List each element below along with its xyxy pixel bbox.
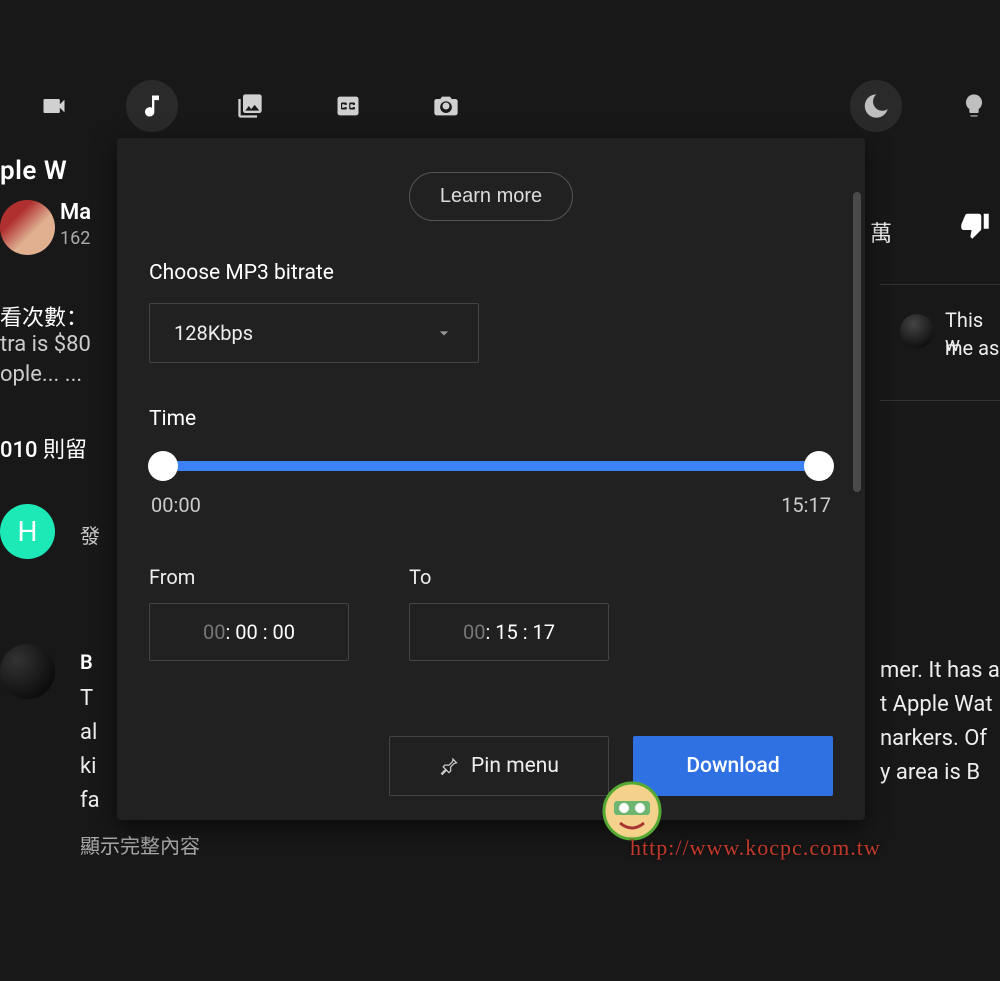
time-end-label: 15:17 [781, 493, 831, 517]
video-title-fragment: ple W [0, 156, 67, 186]
bitrate-select[interactable]: 128Kbps [149, 303, 479, 363]
dark-mode-toggle[interactable] [850, 80, 902, 132]
bulb-icon [960, 92, 988, 120]
show-more-button[interactable]: 顯示完整內容 [80, 830, 200, 859]
music-note-icon [138, 92, 166, 120]
commenter-name-b: B [80, 650, 93, 674]
comment-b-line4: fa [80, 788, 100, 813]
time-range-slider[interactable] [163, 461, 819, 471]
commenter-avatar-b[interactable] [0, 644, 55, 699]
slider-thumb-end[interactable] [804, 451, 834, 481]
bitrate-label: Choose MP3 bitrate [149, 261, 833, 285]
light-toggle[interactable] [948, 80, 1000, 132]
right-body-line4: y area is B [880, 760, 1000, 785]
dislike-icon[interactable] [960, 210, 990, 240]
to-value-dim: 00 [463, 620, 485, 644]
right-commenter-avatar[interactable] [900, 314, 934, 348]
comment-input-fragment[interactable]: 發 [80, 520, 100, 549]
comments-count-fragment: 010 則留 [0, 432, 87, 464]
from-value-rest: : 00 : 00 [225, 620, 295, 644]
slider-thumb-start[interactable] [148, 451, 178, 481]
extension-toolbar [0, 76, 1000, 136]
video-tab[interactable] [28, 80, 80, 132]
audio-download-panel: Learn more Choose MP3 bitrate 128Kbps Ti… [117, 138, 865, 820]
time-start-label: 00:00 [151, 493, 201, 517]
image-icon [236, 92, 264, 120]
camera-tab[interactable] [420, 80, 472, 132]
camera-icon [432, 92, 460, 120]
commenter-avatar-h[interactable]: H [0, 504, 55, 559]
divider [880, 284, 1000, 285]
like-count-fragment: 萬 [870, 216, 892, 248]
moon-icon [862, 92, 890, 120]
from-label: From [149, 565, 349, 589]
right-comment-line2: me as [945, 336, 999, 360]
pin-menu-button[interactable]: Pin menu [389, 736, 609, 796]
to-input[interactable]: 00 : 15 : 17 [409, 603, 609, 661]
channel-avatar[interactable] [0, 200, 55, 255]
right-body-line2: t Apple Wat [880, 692, 1000, 717]
channel-name-fragment[interactable]: Ma [60, 200, 91, 225]
learn-more-button[interactable]: Learn more [409, 172, 573, 221]
to-label: To [409, 565, 609, 589]
to-value-rest: : 15 : 17 [485, 620, 555, 644]
description-line2: ople... ... [0, 362, 82, 387]
from-input[interactable]: 00 : 00 : 00 [149, 603, 349, 661]
comment-b-line1: T [80, 686, 93, 711]
comment-b-line3: ki [80, 754, 97, 779]
audio-tab[interactable] [126, 80, 178, 132]
views-label-fragment: 看次數： [0, 300, 88, 332]
video-icon [40, 92, 68, 120]
right-body-line1: mer. It has a [880, 658, 1000, 683]
pin-menu-label: Pin menu [471, 754, 559, 778]
right-body-line3: narkers. Of [880, 726, 1000, 751]
watermark-url: http://www.kocpc.com.tw [630, 835, 881, 861]
comment-b-line2: al [80, 720, 97, 745]
bitrate-value: 128Kbps [174, 321, 253, 345]
description-line1: tra is $80 [0, 332, 91, 357]
image-tab[interactable] [224, 80, 276, 132]
chevron-down-icon [434, 323, 454, 343]
time-label: Time [149, 407, 833, 431]
cc-icon [334, 92, 362, 120]
from-value-dim: 00 [203, 620, 225, 644]
avatar-letter: H [18, 515, 38, 548]
cc-tab[interactable] [322, 80, 374, 132]
pin-icon [439, 756, 459, 776]
divider [880, 400, 1000, 401]
channel-subs-fragment: 162 [60, 228, 90, 249]
panel-scrollbar[interactable] [853, 192, 861, 492]
